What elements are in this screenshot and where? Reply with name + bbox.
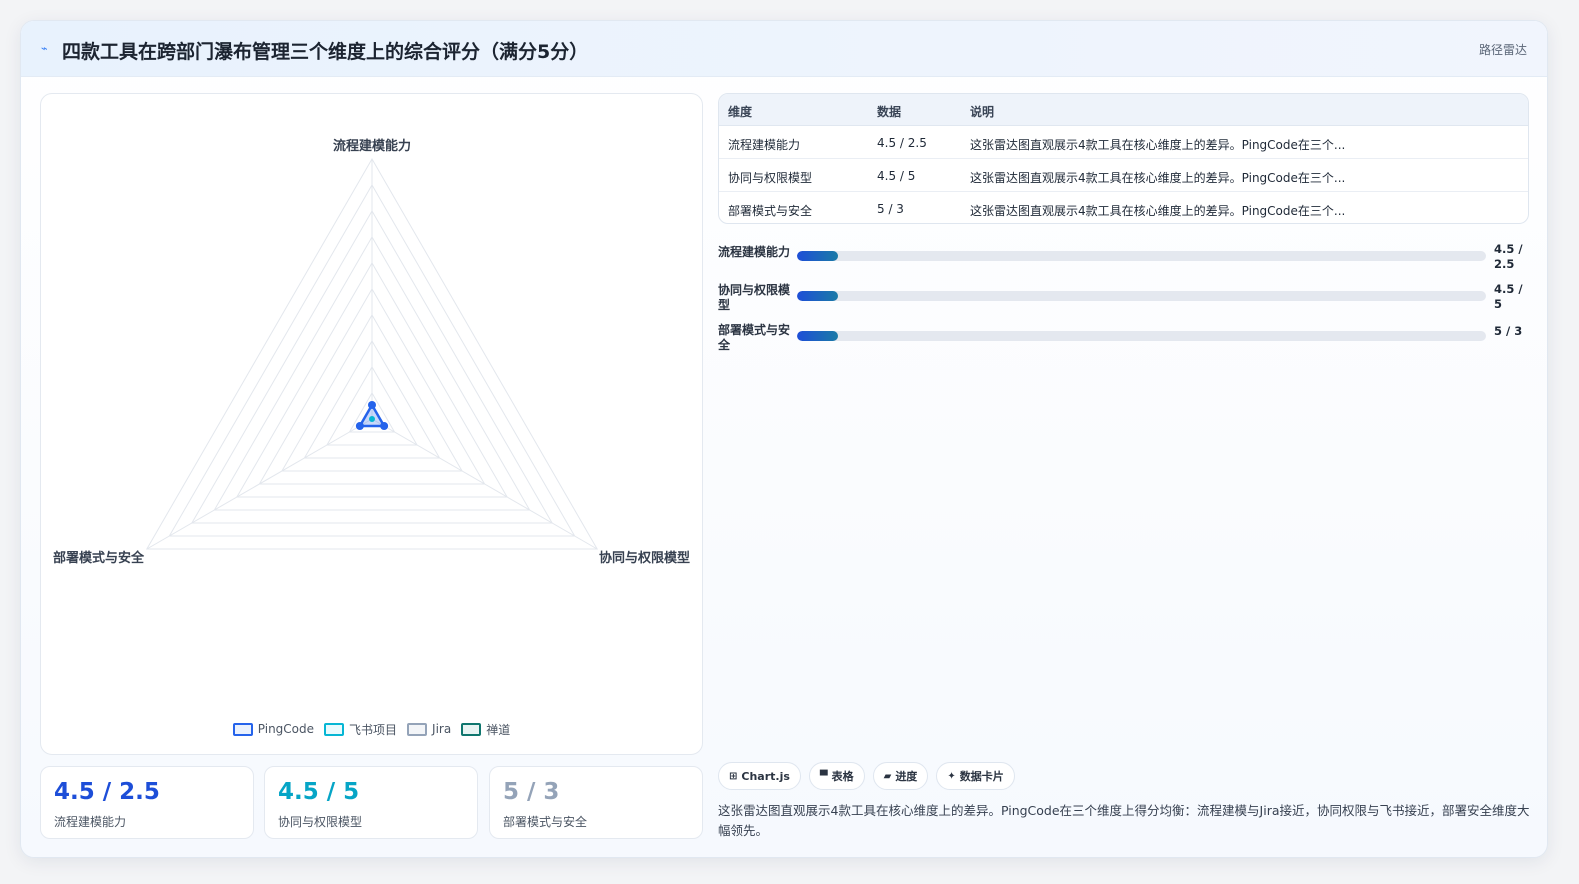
- progress-value: 4.5 / 2.5: [1494, 242, 1523, 271]
- stat-card-collaboration: 4.5 / 5 协同与权限模型: [264, 766, 478, 839]
- table-cell: 流程建模能力: [728, 138, 801, 152]
- tag-label: Chart.js: [741, 769, 790, 783]
- data-table: 维度 数据 说明 流程建模能力 4.5 / 2.5 这张雷达图直观展示4款工具在…: [718, 93, 1529, 224]
- legend-item-pingcode[interactable]: PingCode: [232, 719, 315, 739]
- legend-swatch: [232, 722, 253, 736]
- chart-description: 这张雷达图直观展示4款工具在核心维度上的差异。PingCode在三个维度上得分均…: [718, 803, 1530, 838]
- progress-icon: ▰: [883, 770, 892, 782]
- legend-swatch: [407, 722, 428, 736]
- line-chart-icon: ⌁: [41, 42, 48, 55]
- progress-label: 流程建模能力: [718, 245, 791, 259]
- tag-table[interactable]: ▀ 表格: [808, 762, 865, 790]
- table-icon: ▀: [819, 770, 828, 782]
- radar-data-point[interactable]: [355, 422, 364, 430]
- dashboard-card: ⌁ 四款工具在跨部门瀑布管理三个维度上的综合评分（满分5分） 路径雷达 流程建模…: [20, 20, 1548, 858]
- table-cell: 这张雷达图直观展示4款工具在核心维度上的差异。PingCode在三个...: [970, 204, 1346, 218]
- progress-row-collaboration: 协同与权限模型 4.5 / 5: [718, 282, 1529, 319]
- radar-data-point[interactable]: [369, 416, 375, 422]
- tag-label: 进度: [895, 770, 918, 783]
- stat-card-deployment: 5 / 3 部署模式与安全: [489, 766, 703, 839]
- stat-value: 5 / 3: [503, 779, 560, 805]
- progress-track: [797, 291, 1486, 301]
- table-row: 部署模式与安全 5 / 3 这张雷达图直观展示4款工具在核心维度上的差异。Pin…: [719, 192, 1528, 223]
- progress-label: 部署模式与安全: [718, 323, 791, 352]
- table-cell: 部署模式与安全: [728, 204, 813, 218]
- grid-icon: ⊞: [729, 770, 738, 782]
- axis-label-process-modeling: 流程建模能力: [333, 138, 411, 154]
- axis-label-collaboration: 协同与权限模型: [599, 550, 690, 566]
- progress-row-process-modeling: 流程建模能力 4.5 / 2.5: [718, 242, 1529, 279]
- radar-data-point[interactable]: [380, 422, 389, 430]
- radar-grid: [145, 158, 599, 550]
- legend-label: 飞书项目: [349, 722, 398, 737]
- stat-value: 4.5 / 5: [278, 779, 360, 805]
- legend-item-jira[interactable]: Jira: [407, 719, 451, 739]
- progress-track: [797, 251, 1486, 261]
- radar-data-point[interactable]: [368, 401, 376, 409]
- table-cell: 4.5 / 2.5: [877, 136, 927, 150]
- legend-label: PingCode: [257, 722, 315, 736]
- legend-item-zentao[interactable]: 禅道: [461, 719, 510, 739]
- stat-value: 4.5 / 2.5: [54, 779, 160, 805]
- chart-legend: PingCode 飞书项目 Jira 禅道: [41, 719, 702, 739]
- progress-fill: [797, 331, 839, 341]
- column-header: 说明: [970, 105, 995, 119]
- tag-data-card[interactable]: ✦ 数据卡片: [936, 762, 1015, 790]
- tag-label: 表格: [831, 770, 854, 783]
- radar-chart: 流程建模能力 协同与权限模型 部署模式与安全: [53, 138, 690, 566]
- tag-chartjs[interactable]: ⊞ Chart.js: [718, 762, 801, 790]
- table-cell: 5 / 3: [877, 202, 904, 216]
- tag-progress[interactable]: ▰ 进度: [872, 762, 929, 790]
- table-cell: 4.5 / 5: [877, 169, 916, 183]
- legend-swatch: [324, 722, 345, 736]
- progress-track: [797, 331, 1486, 341]
- table-header-row: 维度 数据 说明: [719, 94, 1528, 126]
- table-cell: 这张雷达图直观展示4款工具在核心维度上的差异。PingCode在三个...: [970, 171, 1346, 185]
- axis-label-deployment: 部署模式与安全: [53, 550, 145, 566]
- column-header: 数据: [877, 105, 902, 119]
- legend-swatch: [461, 722, 482, 736]
- stat-label: 流程建模能力: [54, 815, 127, 829]
- tech-tags: ⊞ Chart.js ▀ 表格 ▰ 进度 ✦ 数据卡片: [718, 762, 1015, 790]
- column-header: 维度: [728, 105, 753, 119]
- progress-value: 4.5 / 5: [1494, 282, 1523, 311]
- radar-path-link[interactable]: 路径雷达: [1479, 41, 1527, 58]
- radar-chart-panel: 流程建模能力 协同与权限模型 部署模式与安全 PingCode 飞书项目 Jir…: [40, 93, 703, 755]
- stat-label: 部署模式与安全: [503, 815, 588, 829]
- legend-label: Jira: [432, 722, 452, 736]
- table-row: 流程建模能力 4.5 / 2.5 这张雷达图直观展示4款工具在核心维度上的差异。…: [719, 126, 1528, 159]
- progress-label: 协同与权限模型: [718, 283, 791, 312]
- tag-label: 数据卡片: [959, 770, 1004, 783]
- table-row: 协同与权限模型 4.5 / 5 这张雷达图直观展示4款工具在核心维度上的差异。P…: [719, 159, 1528, 192]
- progress-fill: [797, 251, 839, 261]
- legend-label: 禅道: [486, 722, 511, 737]
- table-cell: 协同与权限模型: [728, 171, 813, 185]
- stat-label: 协同与权限模型: [278, 815, 363, 829]
- table-cell: 这张雷达图直观展示4款工具在核心维度上的差异。PingCode在三个...: [970, 138, 1346, 152]
- progress-value: 5 / 3: [1494, 324, 1523, 338]
- stat-card-process-modeling: 4.5 / 2.5 流程建模能力: [40, 766, 254, 839]
- sparkle-icon: ✦: [947, 770, 956, 782]
- radar-data-markers: [355, 401, 389, 430]
- card-header: ⌁ 四款工具在跨部门瀑布管理三个维度上的综合评分（满分5分） 路径雷达: [21, 21, 1547, 77]
- progress-row-deployment: 部署模式与安全 5 / 3: [718, 323, 1529, 359]
- page-title: 四款工具在跨部门瀑布管理三个维度上的综合评分（满分5分）: [62, 41, 589, 63]
- legend-item-feishu[interactable]: 飞书项目: [324, 719, 397, 739]
- progress-fill: [797, 291, 839, 301]
